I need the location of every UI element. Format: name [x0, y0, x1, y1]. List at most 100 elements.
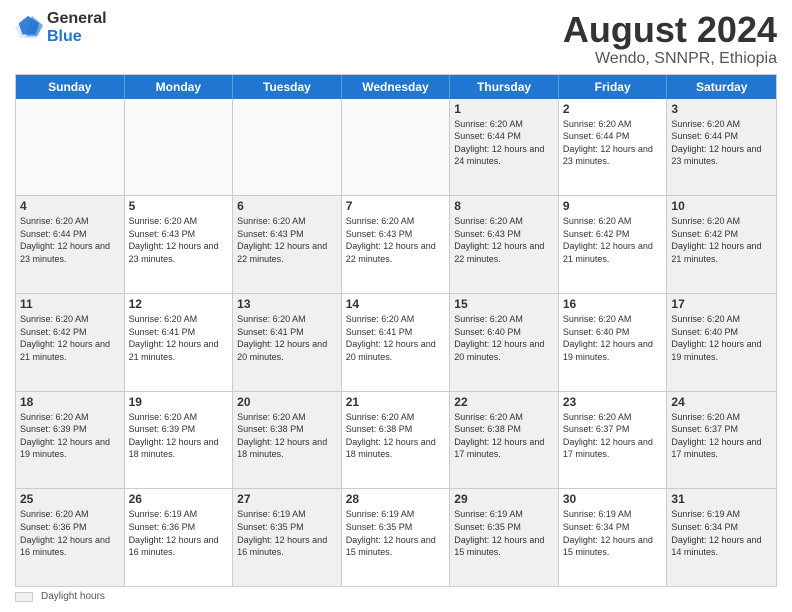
logo-text: General Blue: [47, 10, 107, 45]
day-number: 21: [346, 395, 446, 409]
day-info: Sunrise: 6:19 AM Sunset: 6:35 PM Dayligh…: [454, 508, 554, 558]
cal-cell-empty: [233, 99, 342, 196]
logo-blue-text: Blue: [47, 28, 107, 46]
cal-cell-1: 1Sunrise: 6:20 AM Sunset: 6:44 PM Daylig…: [450, 99, 559, 196]
daylight-swatch: [15, 592, 33, 602]
cal-cell-6: 6Sunrise: 6:20 AM Sunset: 6:43 PM Daylig…: [233, 196, 342, 293]
day-info: Sunrise: 6:20 AM Sunset: 6:40 PM Dayligh…: [563, 313, 663, 363]
day-info: Sunrise: 6:20 AM Sunset: 6:38 PM Dayligh…: [346, 411, 446, 461]
day-info: Sunrise: 6:20 AM Sunset: 6:40 PM Dayligh…: [454, 313, 554, 363]
cal-cell-15: 15 Sunrise: 6:20 AM Sunset: 6:40 PM Dayli…: [450, 294, 559, 391]
day-info: Sunrise: 6:20 AM Sunset: 6:44 PM Dayligh…: [671, 118, 772, 168]
cal-cell-18: 18 Sunrise: 6:20 AM Sunset: 6:39 PM Dayli…: [16, 392, 125, 489]
day-info: Sunrise: 6:19 AM Sunset: 6:35 PM Dayligh…: [237, 508, 337, 558]
cal-cell-12: 12Sunrise: 6:20 AM Sunset: 6:41 PM Dayli…: [125, 294, 234, 391]
cal-cell-24: 24Sunrise: 6:20 AM Sunset: 6:37 PM Dayli…: [667, 392, 776, 489]
cal-cell-16: 16 Sunrise: 6:20 AM Sunset: 6:40 PM Dayli…: [559, 294, 668, 391]
day-number: 27: [237, 492, 337, 506]
day-info: Sunrise: 6:20 AM Sunset: 6:43 PM Dayligh…: [346, 215, 446, 265]
cal-cell-empty: [125, 99, 234, 196]
day-info: Sunrise: 6:20 AM Sunset: 6:43 PM Dayligh…: [237, 215, 337, 265]
cal-cell-31: 31Sunrise: 6:19 AM Sunset: 6:34 PM Dayli…: [667, 489, 776, 586]
day-number: 19: [129, 395, 229, 409]
day-info: Sunrise: 6:19 AM Sunset: 6:35 PM Dayligh…: [346, 508, 446, 558]
day-number: 28: [346, 492, 446, 506]
cal-cell-21: 21 Sunrise: 6:20 AM Sunset: 6:38 PM Dayli…: [342, 392, 451, 489]
cal-cell-25: 25 Sunrise: 6:20 AM Sunset: 6:36 PM Dayli…: [16, 489, 125, 586]
day-number: 5: [129, 199, 229, 213]
day-info: Sunrise: 6:20 AM Sunset: 6:43 PM Dayligh…: [129, 215, 229, 265]
day-number: 2: [563, 102, 663, 116]
cal-cell-30: 30 Sunrise: 6:19 AM Sunset: 6:34 PM Dayli…: [559, 489, 668, 586]
daylight-label: Daylight hours: [41, 591, 105, 602]
calendar-header-row: SundayMondayTuesdayWednesdayThursdayFrid…: [16, 75, 776, 99]
day-info: Sunrise: 6:20 AM Sunset: 6:44 PM Dayligh…: [20, 215, 120, 265]
day-number: 29: [454, 492, 554, 506]
day-number: 18: [20, 395, 120, 409]
day-number: 17: [671, 297, 772, 311]
cal-cell-19: 19 Sunrise: 6:20 AM Sunset: 6:39 PM Dayli…: [125, 392, 234, 489]
cal-cell-28: 28 Sunrise: 6:19 AM Sunset: 6:35 PM Dayli…: [342, 489, 451, 586]
day-info: Sunrise: 6:20 AM Sunset: 6:38 PM Dayligh…: [454, 411, 554, 461]
cal-week-4: 25 Sunrise: 6:20 AM Sunset: 6:36 PM Dayli…: [16, 488, 776, 586]
cal-cell-9: 9 Sunrise: 6:20 AM Sunset: 6:42 PM Daylig…: [559, 196, 668, 293]
day-info: Sunrise: 6:20 AM Sunset: 6:41 PM Dayligh…: [237, 313, 337, 363]
day-info: Sunrise: 6:20 AM Sunset: 6:39 PM Dayligh…: [20, 411, 120, 461]
day-info: Sunrise: 6:20 AM Sunset: 6:44 PM Dayligh…: [454, 118, 554, 168]
cal-cell-empty: [342, 99, 451, 196]
cal-cell-27: 27 Sunrise: 6:19 AM Sunset: 6:35 PM Dayli…: [233, 489, 342, 586]
day-number: 3: [671, 102, 772, 116]
logo-general-text: General: [47, 10, 107, 28]
title-block: August 2024 Wendo, SNNPR, Ethiopia: [563, 10, 777, 68]
cal-cell-2: 2Sunrise: 6:20 AM Sunset: 6:44 PM Daylig…: [559, 99, 668, 196]
day-info: Sunrise: 6:20 AM Sunset: 6:36 PM Dayligh…: [20, 508, 120, 558]
day-number: 7: [346, 199, 446, 213]
page: General Blue August 2024 Wendo, SNNPR, E…: [0, 0, 792, 612]
header-day-monday: Monday: [125, 75, 234, 99]
cal-cell-23: 23Sunrise: 6:20 AM Sunset: 6:37 PM Dayli…: [559, 392, 668, 489]
day-number: 9: [563, 199, 663, 213]
header-day-friday: Friday: [559, 75, 668, 99]
day-number: 13: [237, 297, 337, 311]
main-title: August 2024: [563, 10, 777, 50]
footer-note: Daylight hours: [15, 591, 777, 602]
cal-cell-26: 26 Sunrise: 6:19 AM Sunset: 6:36 PM Dayli…: [125, 489, 234, 586]
day-number: 25: [20, 492, 120, 506]
day-info: Sunrise: 6:20 AM Sunset: 6:41 PM Dayligh…: [129, 313, 229, 363]
day-number: 14: [346, 297, 446, 311]
cal-week-1: 4 Sunrise: 6:20 AM Sunset: 6:44 PM Daylig…: [16, 195, 776, 293]
cal-cell-11: 11Sunrise: 6:20 AM Sunset: 6:42 PM Dayli…: [16, 294, 125, 391]
cal-cell-5: 5 Sunrise: 6:20 AM Sunset: 6:43 PM Daylig…: [125, 196, 234, 293]
day-info: Sunrise: 6:20 AM Sunset: 6:42 PM Dayligh…: [563, 215, 663, 265]
day-number: 26: [129, 492, 229, 506]
day-info: Sunrise: 6:20 AM Sunset: 6:39 PM Dayligh…: [129, 411, 229, 461]
logo: General Blue: [15, 10, 107, 45]
day-number: 4: [20, 199, 120, 213]
day-number: 15: [454, 297, 554, 311]
day-number: 20: [237, 395, 337, 409]
cal-cell-29: 29 Sunrise: 6:19 AM Sunset: 6:35 PM Dayli…: [450, 489, 559, 586]
day-info: Sunrise: 6:19 AM Sunset: 6:34 PM Dayligh…: [563, 508, 663, 558]
cal-week-3: 18 Sunrise: 6:20 AM Sunset: 6:39 PM Dayli…: [16, 391, 776, 489]
cal-week-2: 11Sunrise: 6:20 AM Sunset: 6:42 PM Dayli…: [16, 293, 776, 391]
day-number: 11: [20, 297, 120, 311]
day-number: 16: [563, 297, 663, 311]
cal-cell-17: 17Sunrise: 6:20 AM Sunset: 6:40 PM Dayli…: [667, 294, 776, 391]
day-info: Sunrise: 6:20 AM Sunset: 6:41 PM Dayligh…: [346, 313, 446, 363]
day-number: 22: [454, 395, 554, 409]
day-number: 10: [671, 199, 772, 213]
day-number: 30: [563, 492, 663, 506]
cal-week-0: 1Sunrise: 6:20 AM Sunset: 6:44 PM Daylig…: [16, 99, 776, 196]
day-number: 23: [563, 395, 663, 409]
day-info: Sunrise: 6:19 AM Sunset: 6:36 PM Dayligh…: [129, 508, 229, 558]
header-day-thursday: Thursday: [450, 75, 559, 99]
calendar-body: 1Sunrise: 6:20 AM Sunset: 6:44 PM Daylig…: [16, 99, 776, 586]
header: General Blue August 2024 Wendo, SNNPR, E…: [15, 10, 777, 68]
cal-cell-3: 3 Sunrise: 6:20 AM Sunset: 6:44 PM Daylig…: [667, 99, 776, 196]
cal-cell-10: 10Sunrise: 6:20 AM Sunset: 6:42 PM Dayli…: [667, 196, 776, 293]
day-number: 8: [454, 199, 554, 213]
calendar: SundayMondayTuesdayWednesdayThursdayFrid…: [15, 74, 777, 587]
day-info: Sunrise: 6:19 AM Sunset: 6:34 PM Dayligh…: [671, 508, 772, 558]
cal-cell-22: 22 Sunrise: 6:20 AM Sunset: 6:38 PM Dayli…: [450, 392, 559, 489]
day-info: Sunrise: 6:20 AM Sunset: 6:38 PM Dayligh…: [237, 411, 337, 461]
